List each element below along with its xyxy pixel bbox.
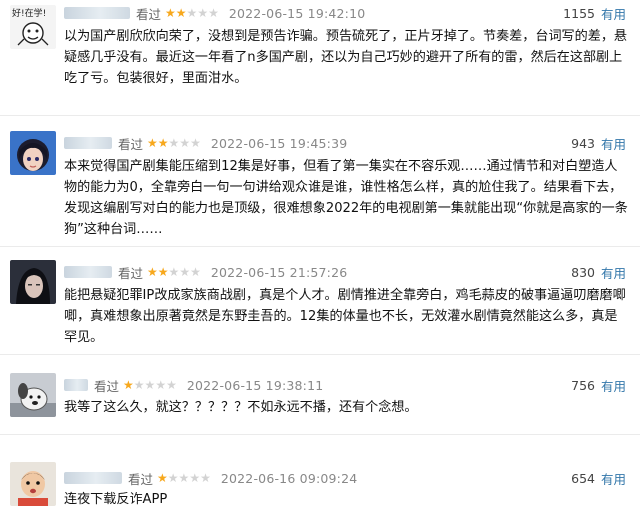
review-date: 2022-06-15 19:38:11 [186,377,324,393]
username[interactable] [64,379,88,391]
watched-label: 看过 [128,471,154,487]
star-empty-icon: ★ [168,265,180,279]
username[interactable] [64,266,112,278]
review-date: 2022-06-15 19:42:10 [228,5,366,21]
rating-stars: ★ ★ ★ ★ ★ [147,266,201,278]
username[interactable] [64,7,130,19]
review-content: 以为国产剧欣欣向荣了，没想到是预告诈骗。预告硫死了，正片牙掉了。节奏差，台词写的… [64,29,628,86]
star-empty-icon: ★ [178,471,190,485]
watched-label: 看过 [136,6,162,22]
child-avatar-icon[interactable] [10,462,56,506]
star-empty-icon: ★ [155,378,167,392]
anime-girl-avatar-icon[interactable] [10,131,56,175]
useful-button[interactable]: 有用 [601,134,626,153]
divider [0,115,640,116]
vote-count: 943 [571,135,595,151]
vote-count: 654 [571,470,595,486]
watched-label: 看过 [118,136,144,152]
star-filled-icon: ★ [147,265,158,279]
star-filled-icon: ★ [157,265,169,279]
star-empty-icon: ★ [166,378,177,392]
review-content: 我等了这么久，就这？？？？？不如永远不播，还有个念想。 [64,400,418,415]
username[interactable] [64,137,112,149]
watched-label: 看过 [94,378,120,394]
useful-button[interactable]: 有用 [601,263,626,282]
star-filled-icon: ★ [157,471,168,485]
useful-button[interactable]: 有用 [601,469,626,488]
star-empty-icon: ★ [186,6,198,20]
star-filled-icon: ★ [175,6,187,20]
star-empty-icon: ★ [179,265,191,279]
watched-label: 看过 [118,265,144,281]
review-date: 2022-06-16 09:09:24 [220,470,358,486]
star-empty-icon: ★ [190,265,201,279]
star-empty-icon: ★ [200,471,211,485]
divider [0,246,640,247]
vote-count: 1155 [563,5,595,21]
review-date: 2022-06-15 19:45:39 [210,135,348,151]
review-date: 2022-06-15 21:57:26 [210,264,348,280]
star-empty-icon: ★ [133,378,145,392]
star-empty-icon: ★ [167,471,179,485]
useful-button[interactable]: 有用 [601,376,626,395]
review-content: 能把悬疑犯罪IP改成家族商战剧，真是个人才。剧情推进全靠旁白，鸡毛蒜皮的破事逼逼… [64,288,626,345]
star-filled-icon: ★ [165,6,176,20]
useful-button[interactable]: 有用 [601,4,626,23]
star-empty-icon: ★ [144,378,156,392]
star-filled-icon: ★ [123,378,134,392]
star-empty-icon: ★ [168,136,180,150]
username[interactable] [64,472,122,484]
cartoon-dog-avatar-icon[interactable] [10,373,56,417]
rating-stars: ★ ★ ★ ★ ★ [165,7,219,19]
review-content: 本来觉得国产剧集能压缩到12集是好事，但看了第一集实在不容乐观……通过情节和对白… [64,159,628,237]
vote-count: 830 [571,264,595,280]
dark-hair-avatar-icon[interactable] [10,260,56,304]
star-filled-icon: ★ [147,136,158,150]
cartoon-avatar-icon[interactable]: 好!在学! [10,5,56,49]
rating-stars: ★ ★ ★ ★ ★ [157,472,211,484]
star-filled-icon: ★ [157,136,169,150]
star-empty-icon: ★ [197,6,209,20]
vote-count: 756 [571,377,595,393]
rating-stars: ★ ★ ★ ★ ★ [147,137,201,149]
divider [0,354,640,355]
svg-text:好!在学!: 好!在学! [12,7,46,19]
star-empty-icon: ★ [190,136,201,150]
star-empty-icon: ★ [208,6,219,20]
review-content: 连夜下载反诈APP [64,492,168,507]
divider [0,434,640,435]
rating-stars: ★ ★ ★ ★ ★ [123,379,177,391]
star-empty-icon: ★ [189,471,201,485]
star-empty-icon: ★ [179,136,191,150]
